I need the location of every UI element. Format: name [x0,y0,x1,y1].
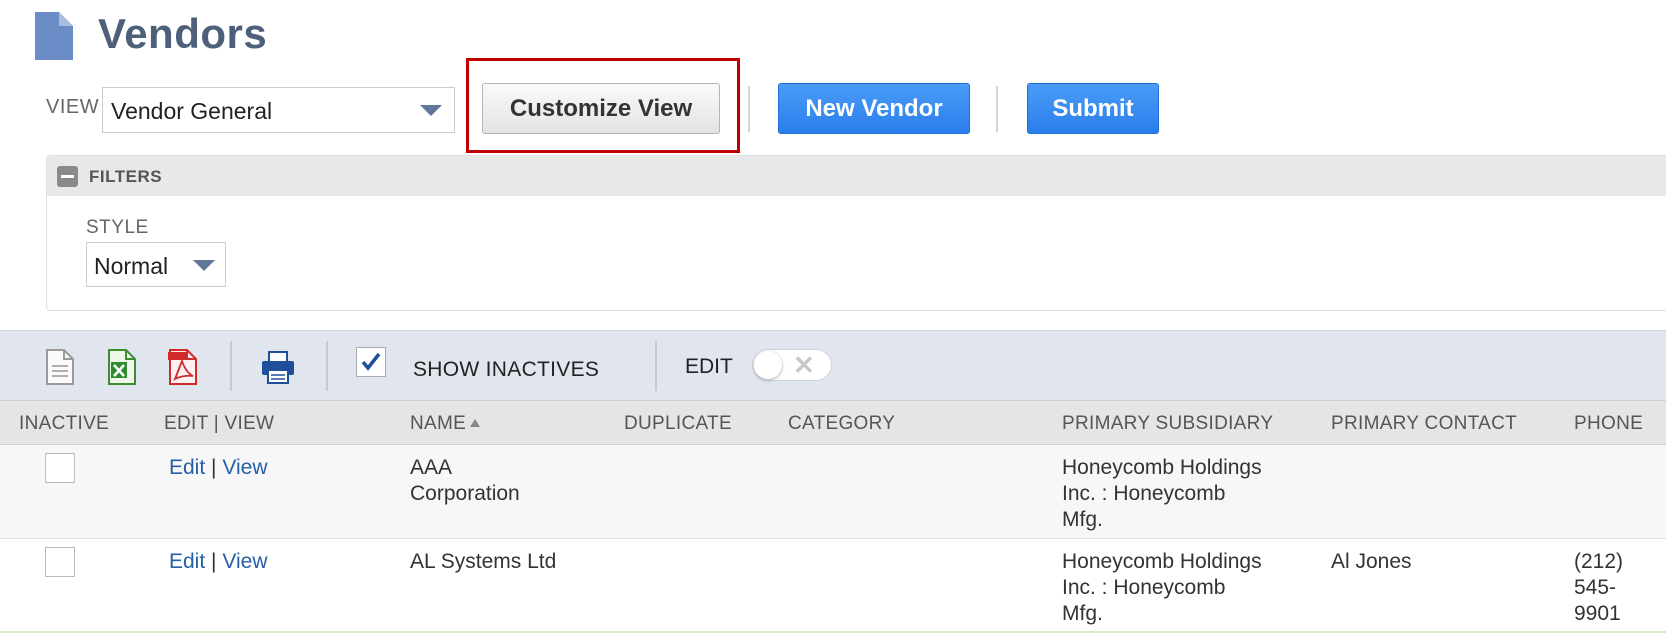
subsidiary-line: Inc. : Honeycomb [1062,576,1226,599]
phone: (212) 545- 9901 [1574,549,1623,627]
primary-subsidiary: Honeycomb Holdings Inc. : Honeycomb Mfg. [1062,549,1262,627]
primary-subsidiary: Honeycomb Holdings Inc. : Honeycomb Mfg. [1062,455,1262,533]
phone-line: 9901 [1574,602,1621,625]
edit-toggle[interactable]: ✕ [752,349,832,381]
subsidiary-line: Inc. : Honeycomb [1062,482,1226,505]
style-label: STYLE [86,217,149,238]
column-header-name[interactable]: NAME [410,413,481,435]
style-select-value: Normal [94,253,169,279]
column-header-category[interactable]: CATEGORY [788,413,895,435]
column-header-edit-view[interactable]: EDIT | VIEW [164,413,274,435]
vendor-name-line: AL Systems Ltd [410,550,557,573]
table-row: Edit | View AAA Corporation Honeycomb Ho… [0,445,1666,539]
show-inactives-label: SHOW INACTIVES [413,358,600,381]
new-vendor-button[interactable]: New Vendor [778,83,970,134]
inactive-checkbox[interactable] [45,453,75,483]
style-select[interactable]: Normal [86,242,226,287]
edit-view-links: Edit | View [169,455,267,481]
vendor-name-line: Corporation [410,482,520,505]
view-link[interactable]: View [222,456,267,479]
dropdown-arrow-icon [420,105,442,116]
link-separator: | [211,456,217,479]
dropdown-arrow-icon [193,260,215,271]
list-toolbar: SHOW INACTIVES EDIT ✕ [0,330,1666,400]
divider [748,86,750,132]
page-title: Vendors [98,10,268,57]
new-document-icon[interactable] [44,349,76,385]
collapse-minus-icon[interactable] [57,166,78,187]
print-icon[interactable] [260,349,296,385]
subsidiary-line: Mfg. [1062,602,1103,625]
link-separator: | [211,550,217,573]
close-x-icon: ✕ [793,350,815,380]
show-inactives-checkbox[interactable] [356,347,386,377]
edit-view-links: Edit | View [169,549,267,575]
excel-export-icon[interactable] [106,349,138,385]
phone-line: (212) [1574,550,1624,573]
view-label: VIEW [46,96,100,118]
column-header-primary-subsidiary[interactable]: PRIMARY SUBSIDIARY [1062,413,1273,435]
edit-link[interactable]: Edit [169,550,205,573]
view-select[interactable]: Vendor General [102,87,455,133]
column-header-phone[interactable]: PHONE [1574,413,1643,435]
table-row: Edit | View AL Systems Ltd Honeycomb Hol… [0,539,1666,633]
subsidiary-line: Mfg. [1062,508,1103,531]
toggle-knob [754,351,782,379]
primary-contact: Al Jones [1331,550,1412,573]
toolbar-divider [655,341,657,391]
pdf-export-icon[interactable] [167,349,199,385]
vendor-name: AL Systems Ltd [410,549,556,575]
subsidiary-line: Honeycomb Holdings [1062,456,1262,479]
column-header-name-label: NAME [410,413,467,434]
sort-ascending-icon [470,419,481,427]
vendor-name-line: AAA [410,456,453,479]
filters-panel: FILTERS STYLE Normal [46,155,1666,311]
table-header: INACTIVE EDIT | VIEW NAME DUPLICATE CATE… [0,400,1666,445]
column-header-inactive[interactable]: INACTIVE [19,413,109,435]
vendor-name: AAA Corporation [410,455,520,507]
column-header-duplicate[interactable]: DUPLICATE [624,413,732,435]
toolbar-divider [326,341,328,391]
toolbar-divider [230,341,232,391]
inactive-checkbox[interactable] [45,547,75,577]
page-icon [35,12,73,60]
submit-button[interactable]: Submit [1027,83,1159,134]
view-select-value: Vendor General [111,98,273,124]
customize-view-button[interactable]: Customize View [482,83,720,134]
column-header-primary-contact[interactable]: PRIMARY CONTACT [1331,413,1517,435]
filters-header[interactable]: FILTERS [47,156,1666,196]
filters-label: FILTERS [89,167,163,186]
view-link[interactable]: View [222,550,267,573]
phone-line: 545- [1574,576,1617,599]
divider [996,86,998,132]
subsidiary-line: Honeycomb Holdings [1062,550,1262,573]
edit-link[interactable]: Edit [169,456,205,479]
edit-label: EDIT [685,355,733,378]
checkmark-icon [361,352,381,371]
